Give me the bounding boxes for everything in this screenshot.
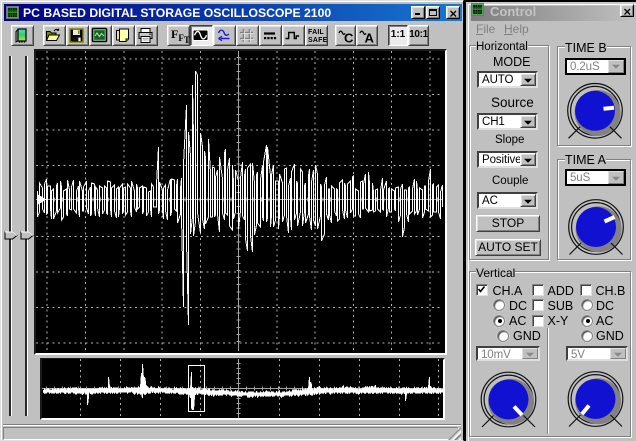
svg-text:A: A — [365, 31, 375, 46]
svg-text:C: C — [344, 31, 354, 46]
